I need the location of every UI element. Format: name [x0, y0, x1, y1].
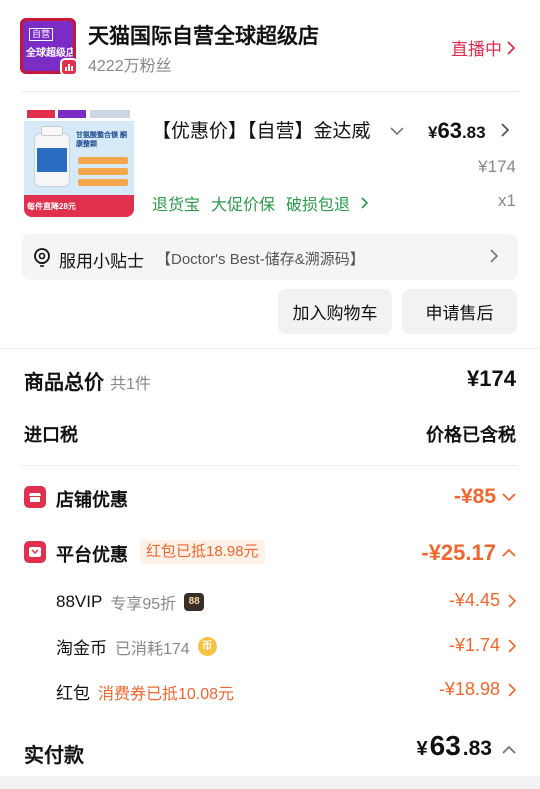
chevron-right-icon — [490, 249, 498, 263]
chevron-up-icon — [502, 745, 516, 754]
discount-item-taojinbi: 淘金币 已消耗174 币 — [56, 634, 217, 659]
discount-item-label: 红包 — [56, 684, 90, 703]
store-fans-count: 4222万粉丝 — [88, 58, 172, 75]
lightbulb-icon — [34, 248, 50, 267]
store-logo[interactable]: 自营 全球超级店 — [20, 18, 78, 76]
live-link[interactable]: 直播中 — [451, 35, 516, 60]
product-image-features — [78, 157, 128, 190]
chevron-down-icon[interactable] — [390, 126, 404, 136]
product-image[interactable]: 甘氨酸螯合镁 酮康整颗 每件直降28元 — [24, 107, 134, 217]
store-logo-tag: 自营 — [29, 28, 54, 41]
divider — [22, 465, 518, 466]
bottom-divider — [0, 776, 540, 789]
chevron-up-icon — [502, 548, 516, 557]
import-tax-value: 价格已含税 — [426, 425, 516, 445]
service-damage-return: 破损包退 — [286, 197, 351, 214]
product-bottle-graphic — [34, 126, 70, 187]
product-image-promo: 每件直降28元 — [24, 195, 134, 217]
usage-tips-label: 服用小贴士 — [59, 252, 144, 271]
original-price: ¥174 — [478, 157, 516, 176]
platform-discount-tag: 红包已抵18.98元 — [140, 540, 265, 564]
store-discount-amount: -¥85 — [453, 485, 496, 508]
platform-discount-value[interactable]: -¥25.17 — [421, 540, 516, 566]
chevron-right-icon[interactable] — [500, 122, 510, 138]
product-price: ¥63.83 — [428, 118, 486, 144]
live-label: 直播中 — [451, 40, 502, 59]
store-discount-label: 店铺优惠 — [56, 490, 128, 510]
product-price-int: 63 — [437, 118, 462, 143]
total-price-label: 商品总价 共1件 — [24, 366, 151, 395]
total-item-count: 共1件 — [110, 376, 151, 393]
discount-item-88vip: 88VIP 专享95折 88 — [56, 590, 205, 614]
payment-decimal: .83 — [462, 737, 492, 760]
actual-payment-value[interactable]: ¥63.83 — [417, 730, 516, 762]
import-tax-label: 进口税 — [24, 425, 78, 445]
discount-item-note: 消费券已抵10.08元 — [98, 685, 235, 703]
store-logo-text: 全球超级店 — [26, 48, 73, 59]
product-title-container[interactable]: 【优惠价】【自营】金达威 — [152, 116, 382, 142]
coin-icon: 币 — [197, 637, 217, 656]
chevron-right-icon — [507, 40, 516, 55]
service-price-protection: 大促价保 — [211, 197, 276, 214]
product-quantity: x1 — [498, 191, 516, 210]
discount-item-amount: -¥1.74 — [448, 635, 500, 655]
total-price-title: 商品总价 — [24, 372, 104, 394]
discount-item-value[interactable]: -¥1.74 — [449, 635, 516, 656]
add-to-cart-button[interactable]: 加入购物车 — [278, 289, 392, 334]
usage-tips-text: 【Doctor's Best-储存&溯源码】 — [156, 251, 365, 268]
platform-discount-icon — [24, 541, 46, 563]
platform-discount-label: 平台优惠 — [56, 545, 128, 565]
discount-item-label: 淘金币 — [56, 639, 107, 658]
discount-item-note: 已消耗174 — [115, 640, 190, 658]
actual-payment-label: 实付款 — [24, 745, 84, 767]
store-discount-value[interactable]: -¥85 — [454, 485, 516, 509]
payment-currency: ¥ — [416, 738, 428, 760]
live-stats-icon — [60, 58, 78, 76]
product-image-promo-text: 每件直降28元 — [27, 202, 76, 211]
chevron-right-icon — [508, 593, 516, 608]
service-list[interactable]: 退货宝 大促价保 破损包退 — [152, 191, 369, 215]
store-name[interactable]: 天猫国际自营全球超级店 — [88, 20, 319, 50]
product-image-banner — [24, 107, 134, 121]
section-divider — [0, 348, 540, 349]
service-return-insurance: 退货宝 — [152, 197, 201, 214]
vip-88-icon: 88 — [184, 593, 205, 611]
after-sale-button[interactable]: 申请售后 — [402, 289, 517, 334]
discount-item-label: 88VIP — [56, 592, 103, 611]
discount-item-redpacket: 红包 消费券已抵10.08元 — [56, 679, 234, 704]
discount-item-amount: -¥18.98 — [438, 679, 500, 699]
divider — [22, 91, 518, 92]
platform-discount-amount: -¥25.17 — [421, 540, 496, 565]
product-title: 【优惠价】【自营】金达威 — [152, 121, 371, 142]
payment-int: 63 — [429, 730, 461, 761]
chevron-right-icon — [508, 638, 516, 653]
chevron-down-icon — [502, 493, 516, 502]
chevron-right-icon — [361, 197, 369, 209]
product-price-decimal: .83 — [461, 123, 486, 142]
usage-tips-bar[interactable]: 服用小贴士 【Doctor's Best-储存&溯源码】 — [22, 234, 518, 280]
store-header: 自营 全球超级店 天猫国际自营全球超级店 4222万粉丝 直播中 — [0, 0, 540, 92]
chevron-right-icon — [508, 682, 516, 697]
discount-item-value[interactable]: -¥18.98 — [439, 679, 516, 700]
discount-item-note: 专享95折 — [110, 596, 177, 613]
discount-item-amount: -¥4.45 — [448, 590, 500, 610]
product-image-title: 甘氨酸螯合镁 酮康整颗 — [76, 132, 127, 148]
store-discount-icon — [24, 486, 46, 508]
discount-item-value[interactable]: -¥4.45 — [449, 590, 516, 611]
total-price-value: ¥174 — [467, 366, 516, 391]
